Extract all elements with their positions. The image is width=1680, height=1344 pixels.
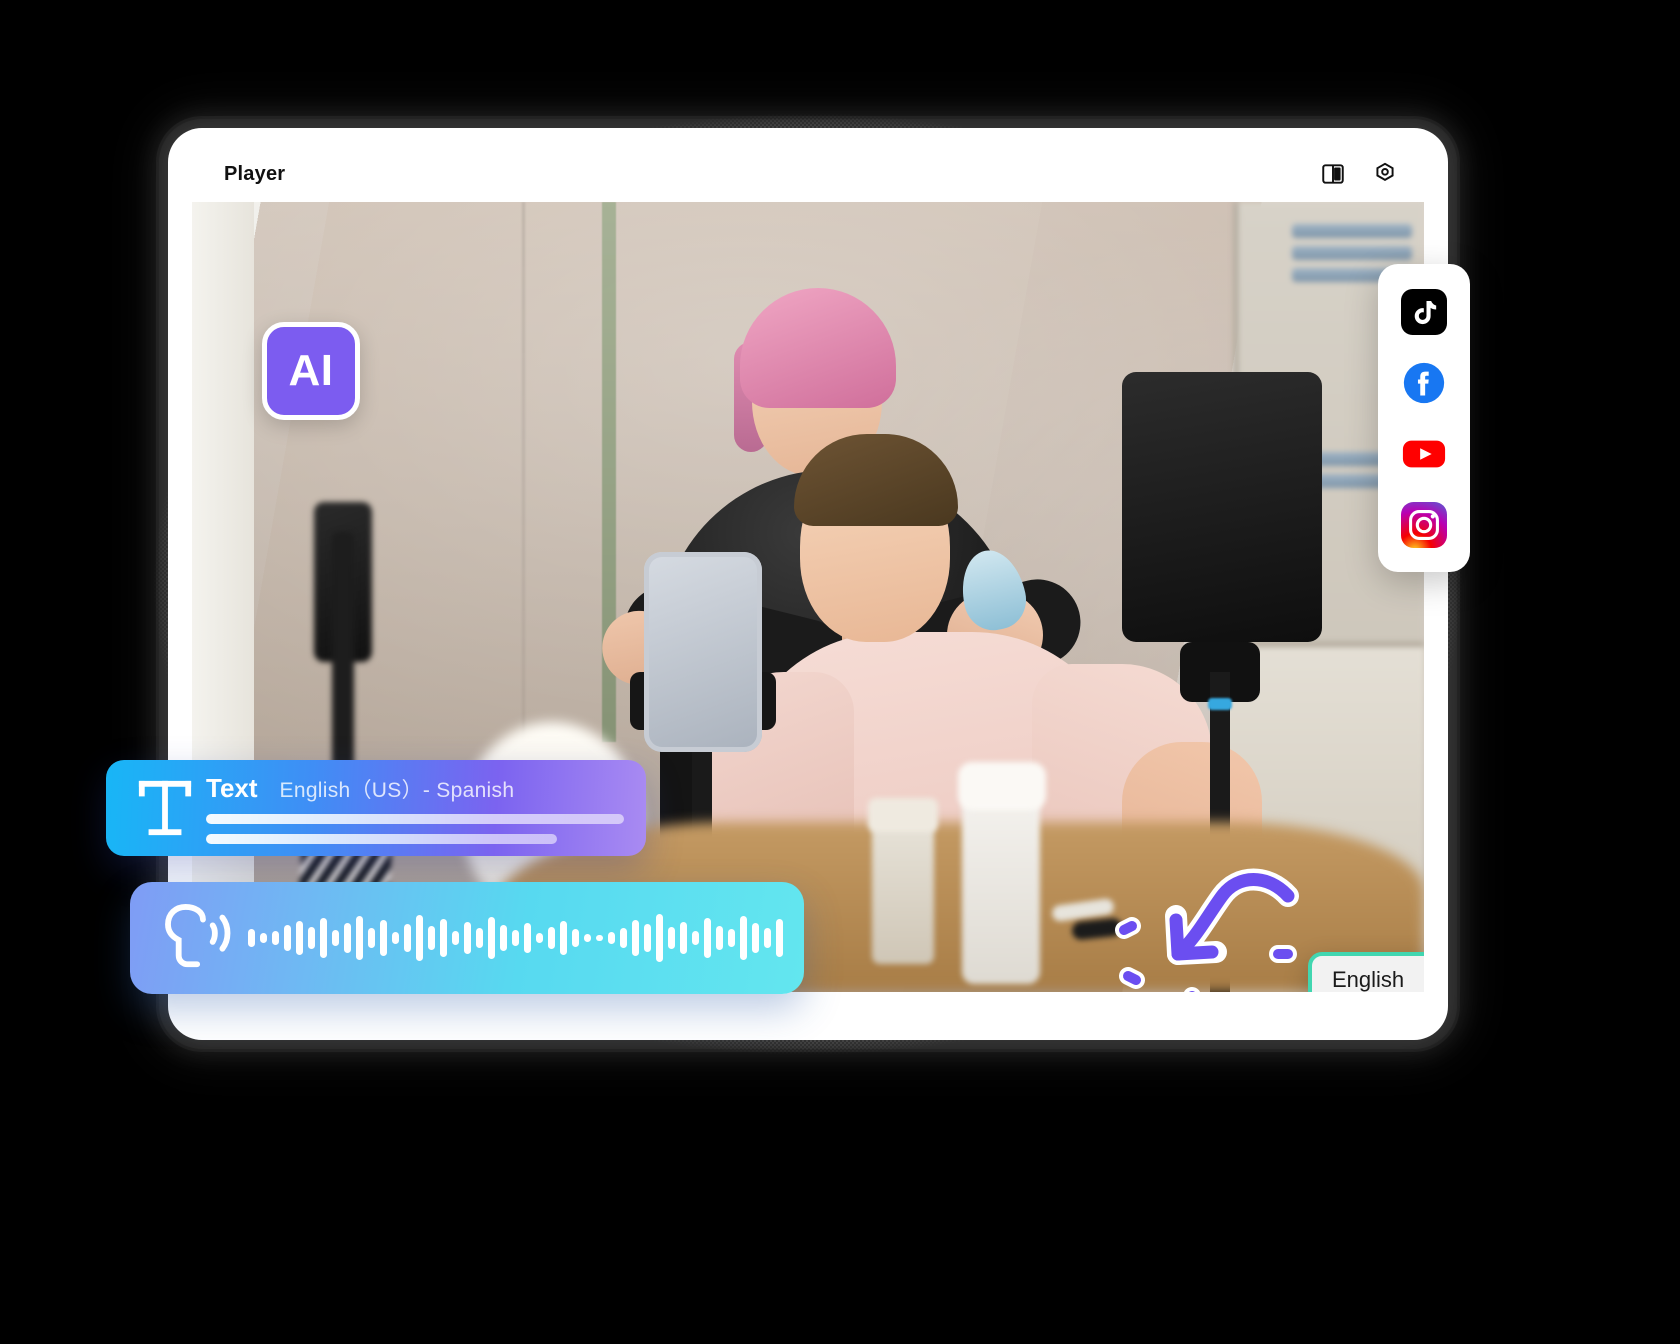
waveform-bar xyxy=(596,935,603,941)
waveform-bar xyxy=(584,934,591,942)
waveform-bar xyxy=(704,918,711,958)
waveform-bar xyxy=(476,928,483,948)
waveform-bar xyxy=(260,933,267,943)
video-canvas[interactable]: AI n xyxy=(192,202,1424,992)
language-dropdown[interactable]: English xyxy=(1308,952,1424,992)
waveform-bar xyxy=(284,925,291,951)
waveform-bar xyxy=(656,914,663,962)
waveform-bar xyxy=(440,919,447,957)
text-tool-icon xyxy=(130,777,200,839)
waveform-bar xyxy=(356,916,363,960)
waveform-bar xyxy=(536,933,543,943)
waveform-bar xyxy=(560,921,567,955)
screenshot-root: Player AI English Text English（US）- Span… xyxy=(0,0,1680,1344)
waveform-bar xyxy=(488,917,495,959)
waveform-bar xyxy=(764,928,771,948)
waveform-bar xyxy=(332,930,339,946)
social-share-rail xyxy=(1378,264,1470,572)
window-titlebar: Player xyxy=(192,146,1424,202)
waveform-bar xyxy=(392,932,399,944)
waveform-bar xyxy=(524,923,531,953)
waveform-bar xyxy=(716,926,723,950)
waveform-bar xyxy=(728,929,735,947)
waveform-bar xyxy=(680,922,687,954)
text-placeholder-line-2 xyxy=(206,833,558,844)
waveform-bar xyxy=(368,928,375,948)
waveform-bar xyxy=(296,921,303,955)
instagram-icon[interactable] xyxy=(1398,499,1450,551)
waveform-bar xyxy=(464,922,471,954)
waveform-bar xyxy=(620,928,627,948)
ai-badge: AI xyxy=(262,322,360,420)
waveform-bar xyxy=(404,924,411,952)
split-view-icon[interactable] xyxy=(1320,161,1346,187)
waveform-bar xyxy=(608,932,615,944)
youtube-icon[interactable] xyxy=(1398,428,1450,480)
text-panel-languages: English（US）- Spanish xyxy=(279,778,515,802)
facebook-icon[interactable] xyxy=(1398,357,1450,409)
text-panel-title: Text xyxy=(206,772,258,803)
tiktok-icon[interactable] xyxy=(1398,286,1450,338)
audio-waveform xyxy=(248,906,784,970)
waveform-bar xyxy=(632,920,639,956)
audio-track-panel[interactable] xyxy=(130,882,804,994)
waveform-bar xyxy=(416,915,423,961)
waveform-bar xyxy=(452,931,459,945)
settings-gear-icon[interactable] xyxy=(1372,161,1398,187)
waveform-bar xyxy=(548,927,555,949)
waveform-bar xyxy=(512,930,519,946)
waveform-bar xyxy=(272,931,279,945)
speaking-head-icon xyxy=(156,904,248,972)
waveform-bar xyxy=(380,920,387,956)
waveform-bar xyxy=(644,924,651,952)
waveform-bar xyxy=(308,927,315,949)
curved-arrow-annotation xyxy=(1115,868,1299,992)
waveform-bar xyxy=(692,931,699,945)
waveform-bar xyxy=(248,929,255,947)
language-dropdown-value: English xyxy=(1332,967,1405,992)
waveform-bar xyxy=(776,919,783,957)
text-placeholder-line-1 xyxy=(206,813,624,824)
waveform-bar xyxy=(320,918,327,958)
text-panel-header: Text English（US）- Spanish xyxy=(206,773,624,804)
text-track-panel[interactable]: Text English（US）- Spanish xyxy=(106,760,646,856)
waveform-bar xyxy=(572,929,579,947)
waveform-bar xyxy=(500,925,507,951)
waveform-bar xyxy=(740,916,747,960)
titlebar-actions xyxy=(1320,161,1398,187)
waveform-bar xyxy=(428,926,435,950)
waveform-bar xyxy=(752,923,759,953)
page-title: Player xyxy=(224,162,286,185)
waveform-bar xyxy=(344,923,351,953)
waveform-bar xyxy=(668,927,675,949)
text-panel-body: Text English（US）- Spanish xyxy=(200,773,624,844)
